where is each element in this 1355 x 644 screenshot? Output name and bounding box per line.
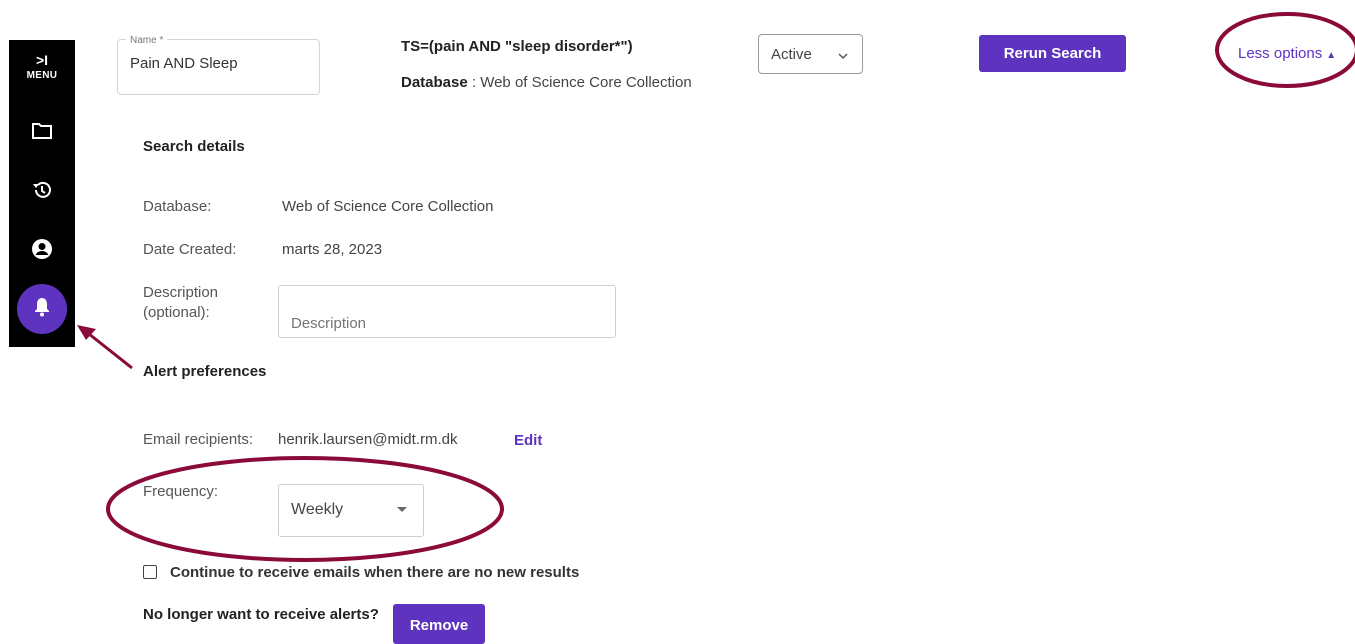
- date-created-label: Date Created:: [143, 241, 237, 258]
- description-input[interactable]: [278, 285, 616, 338]
- database-summary: Database : Web of Science Core Collectio…: [401, 74, 692, 91]
- less-options-link[interactable]: Less options ▲: [1238, 45, 1336, 62]
- frequency-select-value: Weekly: [291, 501, 344, 518]
- side-menu: >I MENU: [9, 40, 75, 347]
- search-details-heading: Search details: [143, 138, 245, 155]
- database-value: Web of Science Core Collection: [282, 198, 494, 215]
- status-select[interactable]: Active: [758, 34, 863, 74]
- no-new-results-label: Continue to receive emails when there ar…: [170, 564, 580, 581]
- account-icon[interactable]: [27, 234, 57, 264]
- annotation-arrow-head: [77, 325, 96, 340]
- email-recipients-label: Email recipients:: [143, 431, 254, 448]
- chevron-down-icon: [838, 48, 848, 65]
- name-field-value[interactable]: Pain AND Sleep: [130, 55, 238, 72]
- folder-icon[interactable]: [27, 116, 57, 146]
- remove-alert-button[interactable]: Remove: [393, 604, 485, 644]
- menu-expand-icon: >I: [35, 52, 49, 68]
- database-label: Database:: [143, 198, 212, 215]
- alert-preferences-heading: Alert preferences: [143, 363, 267, 380]
- rerun-search-button[interactable]: Rerun Search: [979, 35, 1126, 72]
- description-label: Description: [143, 284, 219, 301]
- chevron-up-icon: ▲: [1326, 50, 1337, 61]
- database-summary-label: Database: [401, 74, 468, 91]
- alerts-button[interactable]: [17, 284, 67, 334]
- no-new-results-checkbox[interactable]: [143, 565, 157, 579]
- database-summary-value: : Web of Science Core Collection: [467, 74, 692, 91]
- description-optional-label: (optional):: [143, 304, 210, 321]
- frequency-label: Frequency:: [143, 483, 219, 500]
- caret-down-icon: [397, 507, 407, 512]
- status-select-value: Active: [771, 45, 812, 63]
- bell-icon: [33, 297, 51, 322]
- menu-toggle-button[interactable]: >I MENU: [9, 52, 75, 81]
- edit-recipients-link[interactable]: Edit: [514, 432, 542, 449]
- date-created-value: marts 28, 2023: [282, 241, 383, 258]
- frequency-select[interactable]: Weekly: [278, 484, 424, 537]
- remove-alert-prompt: No longer want to receive alerts?: [143, 606, 379, 623]
- email-recipients-value: henrik.laursen@midt.rm.dk: [278, 431, 458, 448]
- annotation-arrow-line: [83, 328, 133, 370]
- search-query: TS=(pain AND "sleep disorder*"): [401, 38, 633, 55]
- less-options-label: Less options: [1238, 45, 1323, 62]
- menu-label: MENU: [26, 70, 58, 81]
- history-icon[interactable]: [27, 175, 57, 205]
- name-field-label: Name *: [126, 35, 168, 46]
